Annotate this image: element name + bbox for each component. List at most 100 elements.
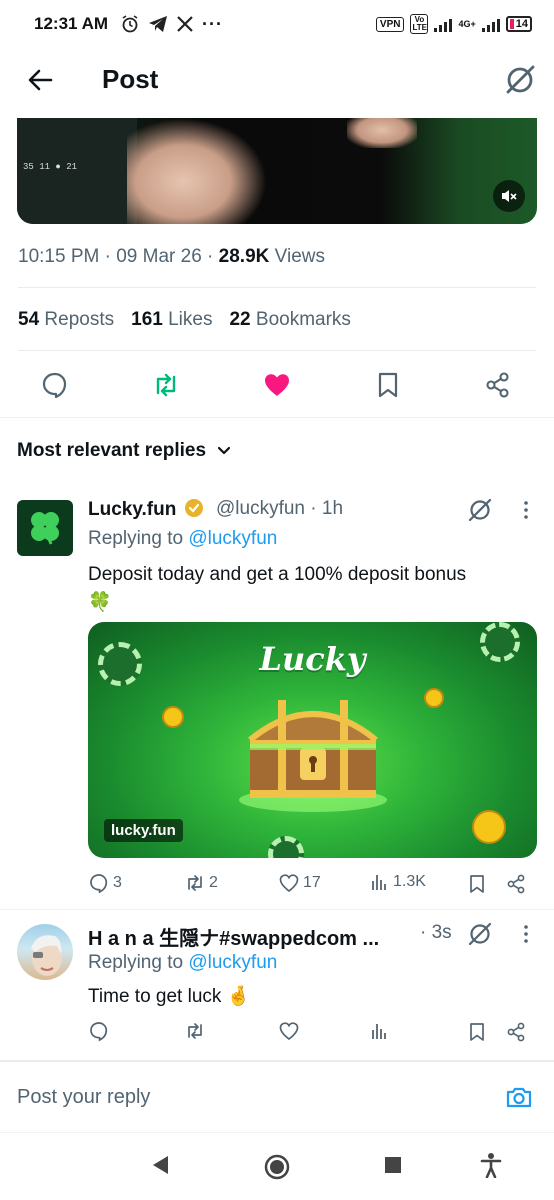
battery-icon: 14 xyxy=(505,16,532,32)
nav-recents-icon[interactable] xyxy=(384,1156,402,1174)
reply-count: 3 xyxy=(113,874,122,891)
repost-count: 2 xyxy=(209,874,218,891)
views-count: 1.3K xyxy=(393,873,426,890)
likes-stat[interactable]: 161 Likes xyxy=(131,309,212,331)
replying-to-link[interactable]: @luckyfun xyxy=(188,528,277,549)
vpn-icon: VPN xyxy=(375,16,405,32)
telegram-icon xyxy=(149,16,168,32)
avatar[interactable] xyxy=(17,500,73,556)
bookmark-icon[interactable] xyxy=(467,874,487,894)
coin-decoration xyxy=(424,688,444,708)
post-video[interactable]: 35 11 ● 21 xyxy=(17,118,537,224)
nav-home-icon[interactable] xyxy=(263,1153,291,1181)
user-avatar-image xyxy=(31,935,62,976)
reply-author-handle[interactable]: @luckyfun · 1h xyxy=(216,498,343,520)
like-filled-icon[interactable] xyxy=(262,370,292,400)
share-icon[interactable] xyxy=(505,1021,527,1043)
engagement-counts: 54 Reposts 161 Likes 22 Bookmarks xyxy=(18,309,351,331)
analytics-icon[interactable] xyxy=(370,1021,390,1041)
repost-icon xyxy=(188,875,202,891)
reply-actions xyxy=(88,1020,537,1046)
chip-decoration xyxy=(480,622,520,662)
share-icon[interactable] xyxy=(483,370,513,400)
bookmarks-stat[interactable]: 22 Bookmarks xyxy=(229,309,350,331)
more-options-icon[interactable] xyxy=(523,500,529,520)
camera-icon[interactable] xyxy=(504,1082,534,1112)
replying-to-link[interactable]: @luckyfun xyxy=(188,952,277,973)
promo-domain-label: lucky.fun xyxy=(104,819,183,842)
bookmarks-count: 22 xyxy=(229,309,251,330)
status-bar: 12:31 AM ··· VPN Vo LTE 4G+ 14 xyxy=(0,0,554,48)
like-count-button[interactable]: 17 xyxy=(278,872,321,894)
volte-icon: Vo LTE xyxy=(410,14,429,34)
likes-count: 161 xyxy=(131,309,163,330)
reply-composer-input[interactable]: Post your reply xyxy=(17,1086,150,1109)
alarm-icon xyxy=(122,15,138,33)
accessibility-icon[interactable] xyxy=(480,1152,502,1178)
reply-author-name[interactable]: Lucky.fun xyxy=(88,498,204,521)
divider xyxy=(18,287,536,288)
views-count-button[interactable]: 1.3K xyxy=(370,872,426,892)
reply-author-name[interactable]: H a n a 生隠ナ#swappedcom ... xyxy=(88,922,379,951)
reply-age: · 3s xyxy=(420,922,452,943)
like-icon xyxy=(279,874,299,893)
page-title: Post xyxy=(102,64,159,94)
like-count: 17 xyxy=(303,874,321,891)
repost-count-button[interactable]: 2 xyxy=(184,872,218,894)
verified-badge-icon xyxy=(184,499,203,517)
reply-stats: 3 2 17 1.3K xyxy=(88,872,537,898)
divider xyxy=(0,909,554,910)
reposts-label: Reposts xyxy=(44,309,115,330)
speaker-muted-icon xyxy=(502,190,517,202)
reposts-stat[interactable]: 54 Reposts xyxy=(18,309,114,331)
coin-decoration xyxy=(472,810,506,844)
views-count: 28.9K xyxy=(218,246,270,267)
divider xyxy=(0,1132,554,1133)
video-hand xyxy=(347,118,417,148)
reply-text-body: Deposit today and get a 100% deposit bon… xyxy=(88,564,467,585)
bookmark-icon[interactable] xyxy=(467,1022,487,1042)
avatar[interactable] xyxy=(17,924,73,980)
like-icon[interactable] xyxy=(278,1020,300,1042)
nav-back-icon[interactable] xyxy=(150,1154,170,1176)
grok-icon[interactable] xyxy=(466,920,494,948)
reply-icon[interactable] xyxy=(40,370,70,400)
coin-decoration xyxy=(162,706,184,728)
views-label: Views xyxy=(274,246,325,267)
reposts-count: 54 xyxy=(18,309,40,330)
battery-level: 14 xyxy=(515,18,528,30)
replying-prefix: Replying to xyxy=(88,528,184,549)
replying-to: Replying to @luckyfun xyxy=(88,952,277,974)
repost-icon[interactable] xyxy=(184,1020,206,1042)
reply-count-button[interactable]: 3 xyxy=(88,872,122,894)
mute-button[interactable] xyxy=(493,180,525,212)
share-icon[interactable] xyxy=(505,873,527,895)
replying-to: Replying to @luckyfun xyxy=(88,528,277,550)
post-time: 10:15 PM xyxy=(18,246,100,267)
author-name-text: Lucky.fun xyxy=(88,499,177,520)
status-time: 12:31 AM xyxy=(34,14,109,33)
notification-icons: ··· xyxy=(120,14,223,35)
more-options-icon[interactable] xyxy=(523,924,529,944)
repost-icon[interactable] xyxy=(151,370,181,400)
chip-decoration xyxy=(268,836,304,858)
video-arm xyxy=(127,118,267,224)
bookmarks-label: Bookmarks xyxy=(255,309,351,330)
grok-icon[interactable] xyxy=(502,62,538,98)
reply-text: Time to get luck 🤞 xyxy=(88,986,251,1007)
system-icons: VPN Vo LTE 4G+ 14 xyxy=(375,14,532,34)
post-date: 09 Mar 26 xyxy=(116,246,202,267)
bookmark-icon[interactable] xyxy=(373,370,403,400)
clover-emoji: 🍀 xyxy=(88,592,112,613)
treasure-chest-image xyxy=(239,700,387,812)
divider xyxy=(0,417,554,418)
reply-icon[interactable] xyxy=(88,1020,110,1042)
back-arrow-icon[interactable] xyxy=(24,64,56,96)
grok-icon[interactable] xyxy=(466,496,494,524)
divider xyxy=(18,350,536,351)
reply-age-text: 3s xyxy=(431,922,452,943)
promo-image[interactable]: Lucky lucky.fun xyxy=(88,622,537,858)
replies-sort-dropdown[interactable]: Most relevant replies xyxy=(17,440,232,462)
more-notifications-icon: ··· xyxy=(202,13,223,34)
signal-icon-2 xyxy=(481,16,500,32)
